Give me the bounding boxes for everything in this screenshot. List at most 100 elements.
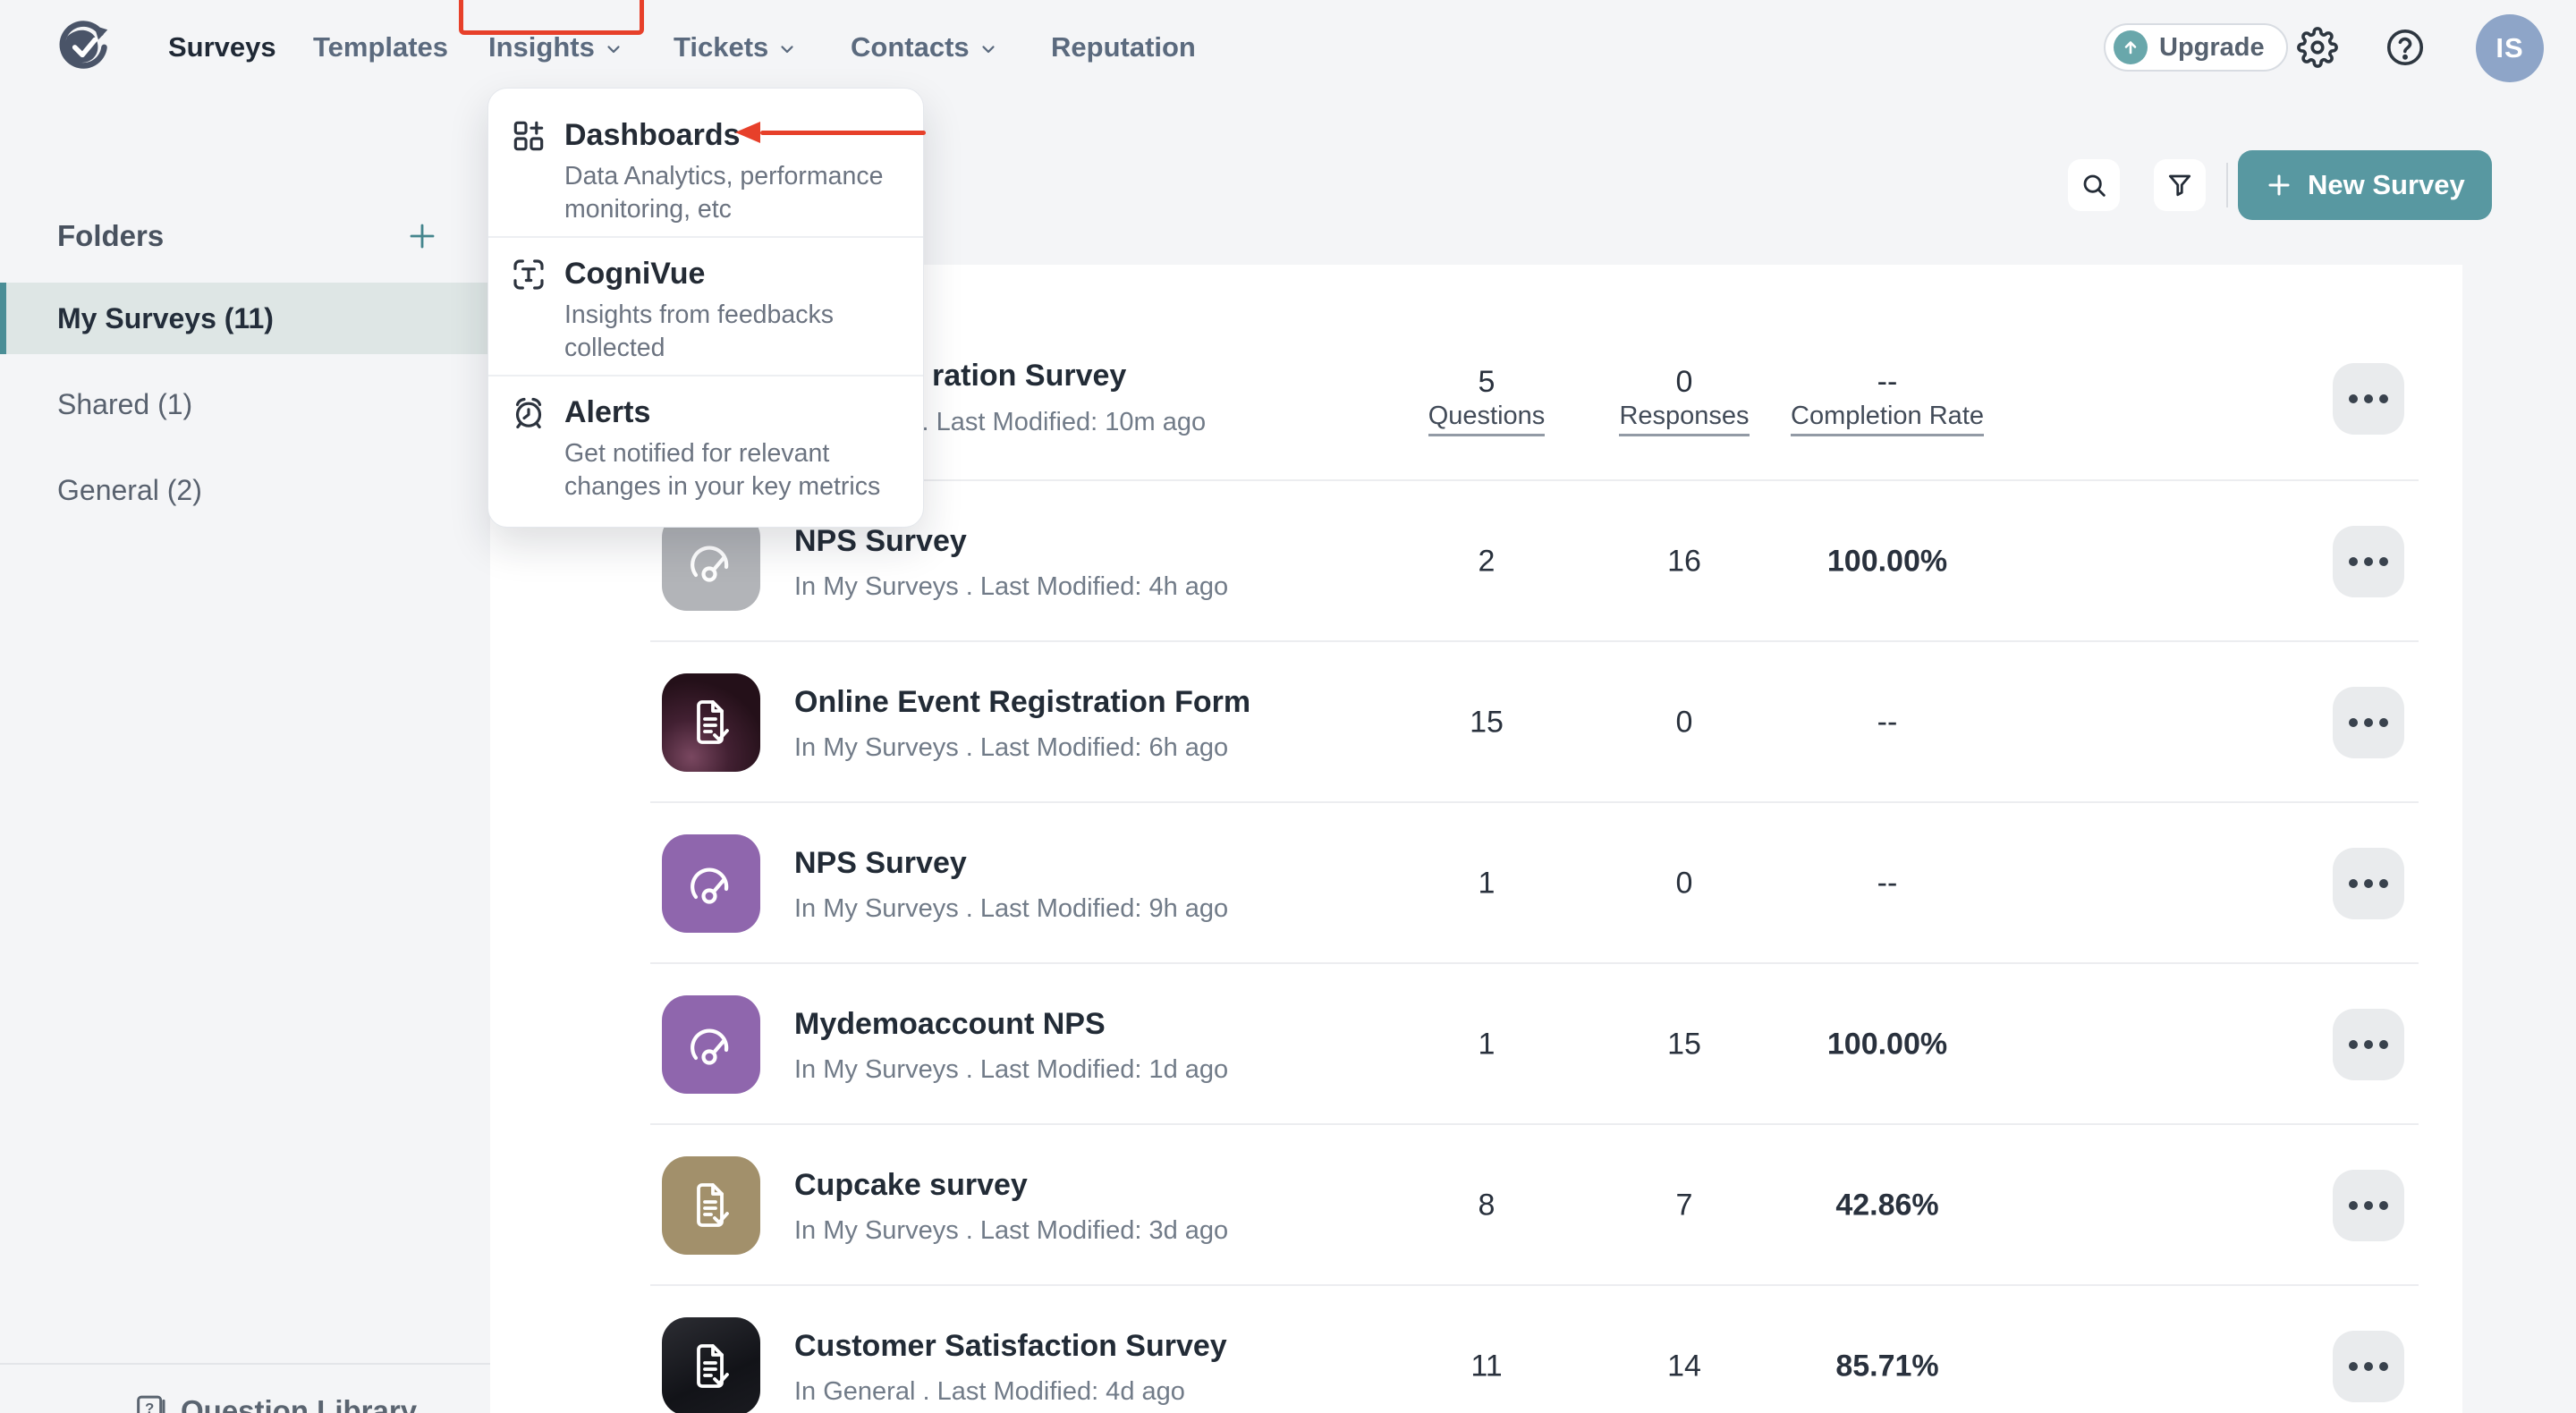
- menu-item-dashboards[interactable]: Dashboards Data Analytics, performance m…: [488, 89, 923, 236]
- row-more-actions-button[interactable]: [2333, 1009, 2404, 1080]
- completion-rate: 100.00%: [1762, 1028, 2012, 1062]
- survey-subtitle: In My Surveys . Last Modified: 4h ago: [794, 571, 1228, 602]
- survey-text-block: Cupcake survey In My Surveys . Last Modi…: [794, 1166, 1228, 1246]
- app-logo[interactable]: [57, 20, 111, 73]
- column-header-completion: Completion Rate: [1762, 402, 2012, 436]
- sidebar-divider: [0, 1363, 490, 1365]
- upgrade-button[interactable]: Upgrade: [2104, 23, 2288, 72]
- toolbar-divider: [2226, 163, 2228, 207]
- survey-text-block: NPS Survey In My Surveys . Last Modified…: [794, 844, 1228, 924]
- questions-count: 5: [1442, 365, 1531, 400]
- survey-row[interactable]: Mydemoaccount NPS In My Surveys . Last M…: [490, 964, 2462, 1125]
- responses-count: 16: [1640, 545, 1729, 580]
- upgrade-arrow-icon: [2114, 30, 2148, 64]
- nav-item-contacts[interactable]: Contacts: [851, 0, 998, 95]
- row-more-actions-button[interactable]: [2333, 1331, 2404, 1402]
- brand-logo-icon: [57, 20, 111, 73]
- menu-item-cognivue[interactable]: CogniVue Insights from feedbacks collect…: [488, 236, 923, 375]
- nav-label-reputation: Reputation: [1051, 31, 1196, 63]
- row-more-actions-button[interactable]: [2333, 1170, 2404, 1241]
- survey-row[interactable]: NPS Survey In My Surveys . Last Modified…: [490, 803, 2462, 964]
- folder-label: General (2): [57, 474, 202, 507]
- responses-header-label[interactable]: Responses: [1619, 402, 1749, 436]
- new-survey-label: New Survey: [2308, 169, 2465, 201]
- nav-item-tickets[interactable]: Tickets: [674, 0, 797, 95]
- survey-title: Customer Satisfaction Survey: [794, 1327, 1227, 1365]
- question-library-link[interactable]: ? Question Library: [132, 1393, 417, 1413]
- nav-label-tickets: Tickets: [674, 31, 768, 63]
- survey-row[interactable]: Cupcake survey In My Surveys . Last Modi…: [490, 1125, 2462, 1286]
- survey-subtitle: In My Surveys . Last Modified: 3d ago: [794, 1215, 1228, 1246]
- responses-count: 15: [1640, 1028, 1729, 1062]
- cognivue-scan-icon: [511, 257, 547, 292]
- nav-item-insights[interactable]: Insights: [488, 0, 623, 95]
- new-survey-button[interactable]: New Survey: [2238, 150, 2492, 220]
- survey-subtitle: In My Surveys . Last Modified: 1d ago: [794, 1054, 1228, 1085]
- questions-count: 1: [1442, 867, 1531, 901]
- completion-rate: 85.71%: [1762, 1350, 2012, 1384]
- search-button[interactable]: [2068, 159, 2120, 211]
- chevron-down-icon: [777, 39, 797, 59]
- nav-label-contacts: Contacts: [851, 31, 970, 63]
- row-more-actions-button[interactable]: [2333, 848, 2404, 919]
- survey-text-block: Mydemoaccount NPS In My Surveys . Last M…: [794, 1005, 1228, 1085]
- completion-header-label[interactable]: Completion Rate: [1791, 402, 1984, 436]
- survey-subtitle: In My Surveys . Last Modified: 9h ago: [794, 893, 1228, 924]
- responses-count: 14: [1640, 1350, 1729, 1384]
- user-avatar[interactable]: IS: [2476, 14, 2544, 82]
- question-book-icon: ?: [132, 1393, 168, 1413]
- questions-count: 1: [1442, 1028, 1531, 1062]
- row-more-actions-button[interactable]: [2333, 687, 2404, 758]
- survey-title: NPS Survey: [794, 844, 1228, 882]
- help-button[interactable]: [2379, 21, 2431, 73]
- menu-item-title: CogniVue: [564, 254, 907, 293]
- plus-icon: [406, 220, 438, 252]
- annotation-highlight-box: [459, 0, 644, 35]
- folder-label: My Surveys (11): [57, 302, 274, 335]
- filter-button[interactable]: [2154, 159, 2206, 211]
- settings-button[interactable]: [2292, 21, 2343, 73]
- survey-row[interactable]: Online Event Registration Form In My Sur…: [490, 642, 2462, 803]
- menu-item-description: Data Analytics, performance monitoring, …: [564, 160, 907, 226]
- nav-label-surveys: Surveys: [168, 31, 276, 63]
- row-more-actions-button[interactable]: [2333, 526, 2404, 597]
- sidebar-item-shared[interactable]: Shared (1): [0, 368, 490, 440]
- responses-count: 7: [1640, 1189, 1729, 1223]
- sidebar-item-my-surveys[interactable]: My Surveys (11): [0, 283, 490, 354]
- sidebar-item-general[interactable]: General (2): [0, 454, 490, 526]
- responses-count: 0: [1640, 706, 1729, 740]
- column-header-questions: Questions: [1415, 402, 1558, 436]
- survey-text-block: NPS Survey In My Surveys . Last Modified…: [794, 522, 1228, 602]
- survey-row[interactable]: Customer Satisfaction Survey In General …: [490, 1286, 2462, 1413]
- upgrade-label: Upgrade: [2159, 33, 2265, 63]
- nav-item-templates[interactable]: Templates: [313, 0, 448, 95]
- nav-item-reputation[interactable]: Reputation: [1051, 0, 1196, 95]
- insights-dropdown-menu: Dashboards Data Analytics, performance m…: [487, 88, 924, 528]
- survey-title: Mydemoaccount NPS: [794, 1005, 1228, 1043]
- nps-gauge-icon: [662, 834, 760, 933]
- completion-rate: 100.00%: [1762, 545, 2012, 580]
- chevron-down-icon: [604, 39, 623, 59]
- alerts-alarm-icon: [511, 395, 547, 431]
- survey-text-block: Customer Satisfaction Survey In General …: [794, 1327, 1227, 1407]
- menu-item-alerts[interactable]: Alerts Get notified for relevant changes…: [488, 375, 923, 527]
- column-header-responses: Responses: [1613, 402, 1756, 436]
- form-document-icon: [662, 673, 760, 772]
- nav-label-templates: Templates: [313, 31, 448, 63]
- folders-sidebar: Folders My Surveys (11) Shared (1) Gener…: [0, 95, 490, 1413]
- row-more-actions-button[interactable]: [2333, 363, 2404, 435]
- folder-label: Shared (1): [57, 388, 192, 421]
- questions-count: 8: [1442, 1189, 1531, 1223]
- questions-count: 11: [1442, 1350, 1531, 1384]
- top-navigation: Surveys Templates Insights Tickets Conta…: [0, 0, 2576, 95]
- survey-title-partial: ration Survey: [932, 357, 1126, 394]
- survey-title: Online Event Registration Form: [794, 683, 1250, 721]
- add-folder-button[interactable]: [406, 220, 438, 252]
- questions-header-label[interactable]: Questions: [1428, 402, 1546, 436]
- folders-header: Folders: [57, 219, 164, 253]
- plus-icon: [2265, 171, 2293, 199]
- questions-count: 2: [1442, 545, 1531, 580]
- form-document-icon: [662, 1156, 760, 1255]
- avatar-initials: IS: [2496, 32, 2523, 64]
- nav-item-surveys[interactable]: Surveys: [168, 0, 276, 95]
